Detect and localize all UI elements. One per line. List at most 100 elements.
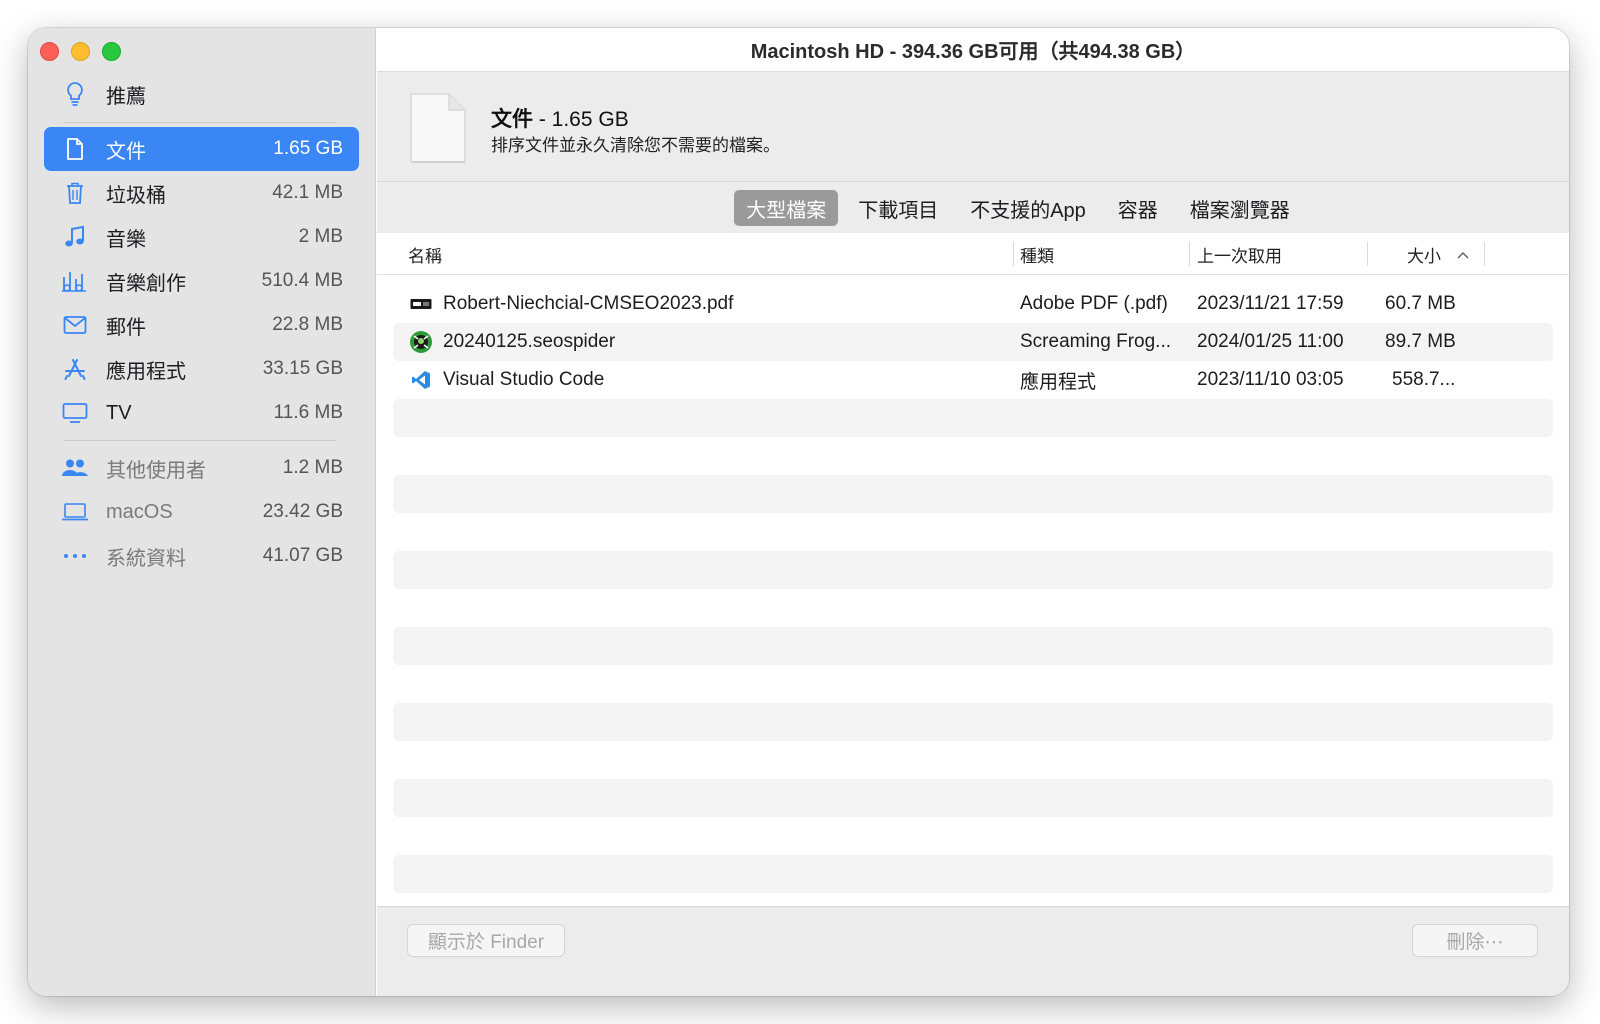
cell-kind: Adobe PDF (.pdf) (1020, 293, 1168, 314)
tab-file-browser[interactable]: 檔案瀏覽器 (1178, 190, 1302, 226)
tab-bar: 大型檔案 下載項目 不支援的App 容器 檔案瀏覽器 (377, 183, 1569, 233)
empty-row (393, 817, 1553, 855)
cell-name: Robert-Niechcial-CMSEO2023.pdf (409, 285, 733, 323)
sidebar-divider (64, 440, 336, 441)
tab-containers[interactable]: 容器 (1106, 190, 1170, 226)
sidebar-item-label: 推薦 (106, 85, 146, 108)
cell-last-opened: 2023/11/21 17:59 (1197, 293, 1344, 314)
column-header-last-opened[interactable]: 上一次取用 (1197, 233, 1282, 275)
empty-row (393, 589, 1553, 627)
sidebar-item-recommend[interactable]: 推薦 (44, 72, 359, 116)
tab-unsupported-apps[interactable]: 不支援的App (958, 190, 1098, 226)
file-name: 20240125.seospider (443, 331, 616, 352)
sidebar-item-size: 42.1 MB (272, 182, 343, 203)
seospider-icon (409, 330, 433, 354)
storage-management-window: 推薦 文件 1.65 GB 垃圾桶 42.1 MB 音樂 2 MB 音樂創作 5… (28, 28, 1569, 996)
column-divider (1013, 242, 1014, 266)
category-title: 文件 - 1.65 GB (491, 103, 629, 133)
column-divider (1484, 242, 1485, 266)
empty-row (393, 855, 1553, 893)
column-header-name[interactable]: 名稱 (408, 233, 442, 275)
tv-icon (44, 402, 106, 424)
file-name: Robert-Niechcial-CMSEO2023.pdf (443, 293, 734, 314)
show-in-finder-button[interactable]: 顯示於 Finder (407, 924, 565, 957)
file-table: 名稱 種類 上一次取用 大小 Robert-Niechcial-CMSEO202… (377, 233, 1569, 906)
trash-icon (44, 181, 106, 205)
music-note-icon (44, 225, 106, 249)
sidebar-item-music[interactable]: 音樂 2 MB (44, 215, 359, 259)
table-header: 名稱 種類 上一次取用 大小 (377, 233, 1569, 275)
empty-row (393, 627, 1553, 665)
tab-large-files[interactable]: 大型檔案 (734, 190, 839, 226)
lightbulb-icon (44, 81, 106, 107)
sidebar-item-tv[interactable]: TV 11.6 MB (44, 391, 359, 435)
category-header: 文件 - 1.65 GB 排序文件並永久清除您不需要的檔案。 (377, 73, 1569, 182)
app-store-icon (44, 357, 106, 381)
window-title: Macintosh HD - 394.36 GB可用（共494.38 GB） (377, 28, 1569, 72)
sidebar-item-label: 應用程式 (106, 360, 186, 383)
tab-downloads[interactable]: 下載項目 (846, 190, 950, 226)
table-row[interactable]: Robert-Niechcial-CMSEO2023.pdf Adobe PDF… (393, 285, 1553, 323)
cell-kind: 應用程式 (1020, 371, 1097, 393)
sidebar-item-documents[interactable]: 文件 1.65 GB (44, 127, 359, 171)
sidebar-item-label: 文件 (106, 140, 146, 163)
empty-row (393, 703, 1553, 741)
sidebar-item-size: 1.65 GB (273, 138, 343, 159)
document-icon (407, 89, 469, 170)
sidebar-item-label: macOS (106, 500, 173, 523)
sidebar-item-label: 郵件 (106, 316, 146, 339)
sidebar-item-label: 垃圾桶 (106, 184, 166, 207)
sidebar-item-size: 33.15 GB (262, 358, 343, 379)
main-pane: Macintosh HD - 394.36 GB可用（共494.38 GB） 文… (377, 28, 1569, 996)
music-creation-icon (44, 269, 106, 293)
delete-button[interactable]: 刪除⋯ (1412, 924, 1538, 957)
empty-row (393, 513, 1553, 551)
sidebar-item-size: 41.07 GB (262, 545, 343, 566)
cell-last-opened: 2023/11/10 03:05 (1197, 369, 1344, 390)
sort-ascending-icon (1457, 244, 1469, 264)
sidebar: 推薦 文件 1.65 GB 垃圾桶 42.1 MB 音樂 2 MB 音樂創作 5… (28, 28, 376, 996)
minimize-button[interactable] (71, 42, 90, 61)
sidebar-item-mail[interactable]: 郵件 22.8 MB (44, 303, 359, 347)
cell-size: 60.7 MB (1385, 293, 1456, 314)
sidebar-divider (64, 122, 336, 123)
empty-row (393, 779, 1553, 817)
column-divider (1367, 242, 1368, 266)
cell-last-opened: 2024/01/25 11:00 (1197, 331, 1344, 352)
ellipsis-icon (44, 552, 106, 560)
table-row[interactable]: Visual Studio Code 應用程式 2023/11/10 03:05… (393, 361, 1553, 399)
sidebar-item-music-creation[interactable]: 音樂創作 510.4 MB (44, 259, 359, 303)
file-name: Visual Studio Code (443, 369, 605, 390)
users-icon (44, 458, 106, 478)
cell-size: 89.7 MB (1385, 331, 1456, 352)
window-controls (40, 42, 121, 61)
laptop-icon (44, 502, 106, 522)
table-row[interactable]: 20240125.seospider Screaming Frog... 202… (393, 323, 1553, 361)
zoom-button[interactable] (102, 42, 121, 61)
empty-row (393, 475, 1553, 513)
cell-name: 20240125.seospider (409, 323, 615, 361)
table-rows: Robert-Niechcial-CMSEO2023.pdf Adobe PDF… (393, 285, 1553, 893)
sidebar-item-system-data[interactable]: 系統資料 41.07 GB (44, 534, 359, 578)
cell-name: Visual Studio Code (409, 361, 604, 399)
sidebar-item-macos[interactable]: macOS 23.42 GB (44, 490, 359, 534)
column-divider (1189, 242, 1190, 266)
empty-row (393, 399, 1553, 437)
sidebar-item-label: 系統資料 (106, 547, 186, 570)
sidebar-item-size: 2 MB (298, 226, 343, 247)
mail-icon (44, 315, 106, 335)
sidebar-item-size: 1.2 MB (282, 457, 343, 478)
empty-row (393, 665, 1553, 703)
empty-row (393, 551, 1553, 589)
sidebar-item-trash[interactable]: 垃圾桶 42.1 MB (44, 171, 359, 215)
column-header-size-label: 大小 (1407, 246, 1441, 266)
category-name: 文件 (491, 108, 533, 131)
sidebar-item-size: 510.4 MB (261, 270, 343, 291)
sidebar-item-size: 11.6 MB (273, 402, 343, 423)
column-header-size[interactable]: 大小 (1407, 233, 1469, 275)
sidebar-item-other-users[interactable]: 其他使用者 1.2 MB (44, 446, 359, 490)
column-header-kind[interactable]: 種類 (1020, 233, 1054, 275)
close-button[interactable] (40, 42, 59, 61)
sidebar-item-label: TV (106, 401, 132, 424)
sidebar-item-applications[interactable]: 應用程式 33.15 GB (44, 347, 359, 391)
